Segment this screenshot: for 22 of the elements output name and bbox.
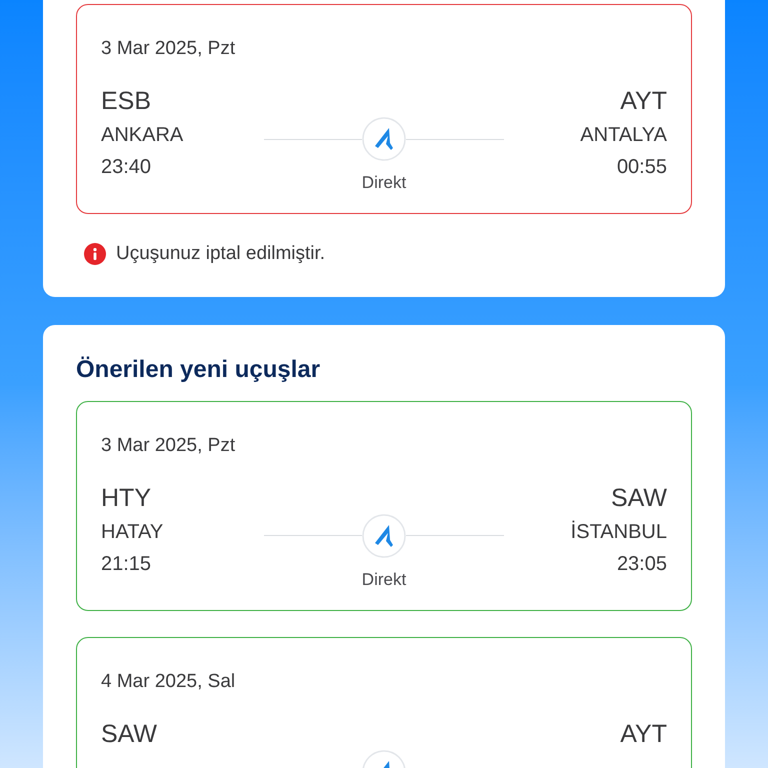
connection-type: Direkt <box>362 568 406 590</box>
airport-code: HTY <box>101 482 151 514</box>
airport-code: ESB <box>101 86 152 117</box>
flight-time: 21:15 <box>101 552 152 576</box>
airport-code: AYT <box>620 86 667 117</box>
flight-date: 4 Mar 2025, Sal <box>101 670 236 694</box>
city-name: HATAY <box>101 520 164 544</box>
cancellation-message: Uçuşunuz iptal edilmiştir. <box>116 242 326 266</box>
flight-date: 3 Mar 2025, Pzt <box>101 434 236 458</box>
flight-time: 23:05 <box>616 552 667 576</box>
airport-code: SAW <box>610 482 667 514</box>
flight-time: 00:55 <box>616 155 667 180</box>
flight-date: 3 Mar 2025, Pzt <box>101 37 236 61</box>
city-name: İSTANBUL <box>570 520 667 544</box>
section-title: Önerilen yeni uçuşlar <box>76 354 320 384</box>
city-name: ANTALYA <box>580 123 667 148</box>
flight-time: 23:40 <box>101 155 152 180</box>
airport-code: SAW <box>101 718 158 750</box>
airport-code: AYT <box>620 718 667 750</box>
alert-icon <box>84 243 106 266</box>
connection-type: Direkt <box>362 172 406 194</box>
city-name: ANKARA <box>101 123 184 148</box>
